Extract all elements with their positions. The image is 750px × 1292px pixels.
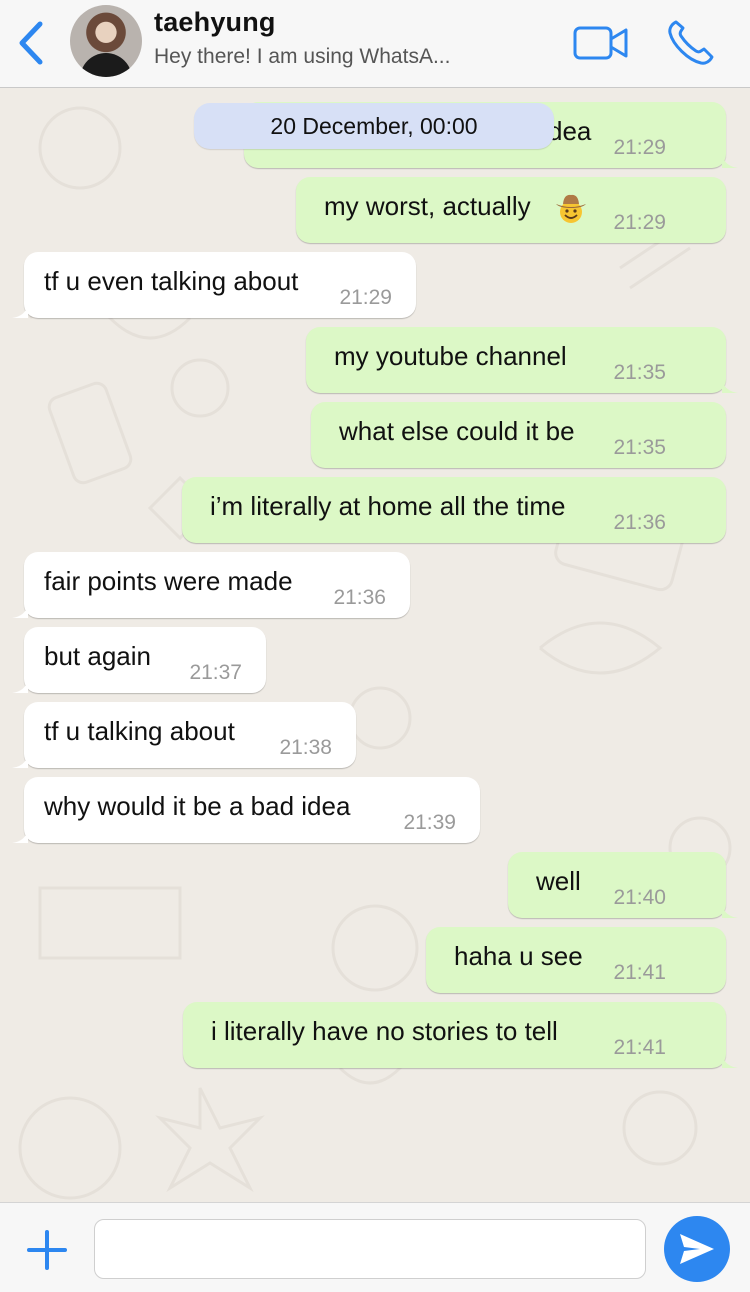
message-bubble-incoming[interactable]: but again 21:37 [12, 627, 266, 693]
message-input[interactable] [94, 1219, 646, 1279]
message-text: fair points were made [44, 566, 293, 596]
message-bubble-incoming[interactable]: tf u talking about 21:38 [12, 702, 356, 768]
composer-bar [0, 1202, 750, 1292]
message-text: tf u even talking about [44, 266, 299, 296]
plus-icon [27, 1230, 67, 1270]
message-text: i literally have no stories to tell [211, 1016, 558, 1046]
send-button[interactable] [664, 1216, 730, 1282]
message-time: 21:37 [189, 661, 242, 684]
message-time: 21:41 [613, 961, 666, 984]
phone-icon [668, 20, 714, 65]
message-text: but again [44, 641, 151, 671]
contact-avatar[interactable] [70, 5, 142, 77]
message-bubble-incoming[interactable]: tf u even talking about 21:29 [12, 252, 416, 318]
message-bubble-outgoing[interactable]: my youtube channel 21:35 [306, 327, 738, 393]
message-time: 21:40 [613, 886, 666, 909]
chat-header: taehyung Hey there! I am using WhatsA... [0, 0, 750, 88]
message-bubble-outgoing[interactable]: my worst, actually 21:29 [296, 177, 726, 243]
message-time: 21:36 [333, 586, 386, 609]
voice-call-button[interactable] [666, 18, 718, 68]
message-bubble-outgoing[interactable]: i’m literally at home all the time 21:36 [182, 477, 726, 543]
message-time: 21:29 [613, 136, 666, 159]
message-text: my worst, actually [324, 191, 531, 221]
message-time: 21:39 [403, 811, 456, 834]
message-time: 21:38 [279, 736, 332, 759]
message-bubble-outgoing[interactable]: haha u see 21:41 [426, 927, 726, 993]
message-bubble-incoming[interactable]: why would it be a bad idea 21:39 [12, 777, 480, 843]
message-bubble-outgoing[interactable]: well 21:40 [508, 852, 738, 918]
message-text: tf u talking about [44, 716, 235, 746]
message-text: what else could it be [339, 416, 575, 446]
message-bubble-outgoing[interactable]: i literally have no stories to tell 21:4… [183, 1002, 738, 1068]
contact-status[interactable]: Hey there! I am using WhatsA... [154, 45, 450, 69]
message-text: why would it be a bad idea [44, 791, 351, 821]
message-list[interactable]: dea 21:29 20 December, 00:00 my worst, a… [0, 88, 750, 1202]
message-time: 21:29 [339, 286, 392, 309]
message-text: my youtube channel [334, 341, 567, 371]
message-time: 21:29 [613, 211, 666, 234]
message-time: 21:35 [613, 436, 666, 459]
message-text: i’m literally at home all the time [210, 491, 566, 521]
message-time: 21:36 [613, 511, 666, 534]
attach-button[interactable] [26, 1229, 68, 1271]
contact-name[interactable]: taehyung [154, 7, 276, 38]
cowboy-hat-face-icon [556, 194, 586, 223]
message-bubble-outgoing[interactable]: what else could it be 21:35 [311, 402, 726, 468]
send-arrow-icon [680, 1234, 714, 1264]
message-bubble-incoming[interactable]: fair points were made 21:36 [12, 552, 410, 618]
message-text: dea [548, 116, 592, 146]
message-text: well [536, 866, 581, 896]
message-text: haha u see [454, 941, 583, 971]
date-separator: 20 December, 00:00 [194, 103, 554, 149]
message-time: 21:41 [613, 1036, 666, 1059]
chevron-left-icon [19, 21, 43, 65]
back-button[interactable] [14, 20, 48, 66]
message-time: 21:35 [613, 361, 666, 384]
video-camera-icon [573, 26, 628, 60]
video-call-button[interactable] [572, 24, 630, 62]
